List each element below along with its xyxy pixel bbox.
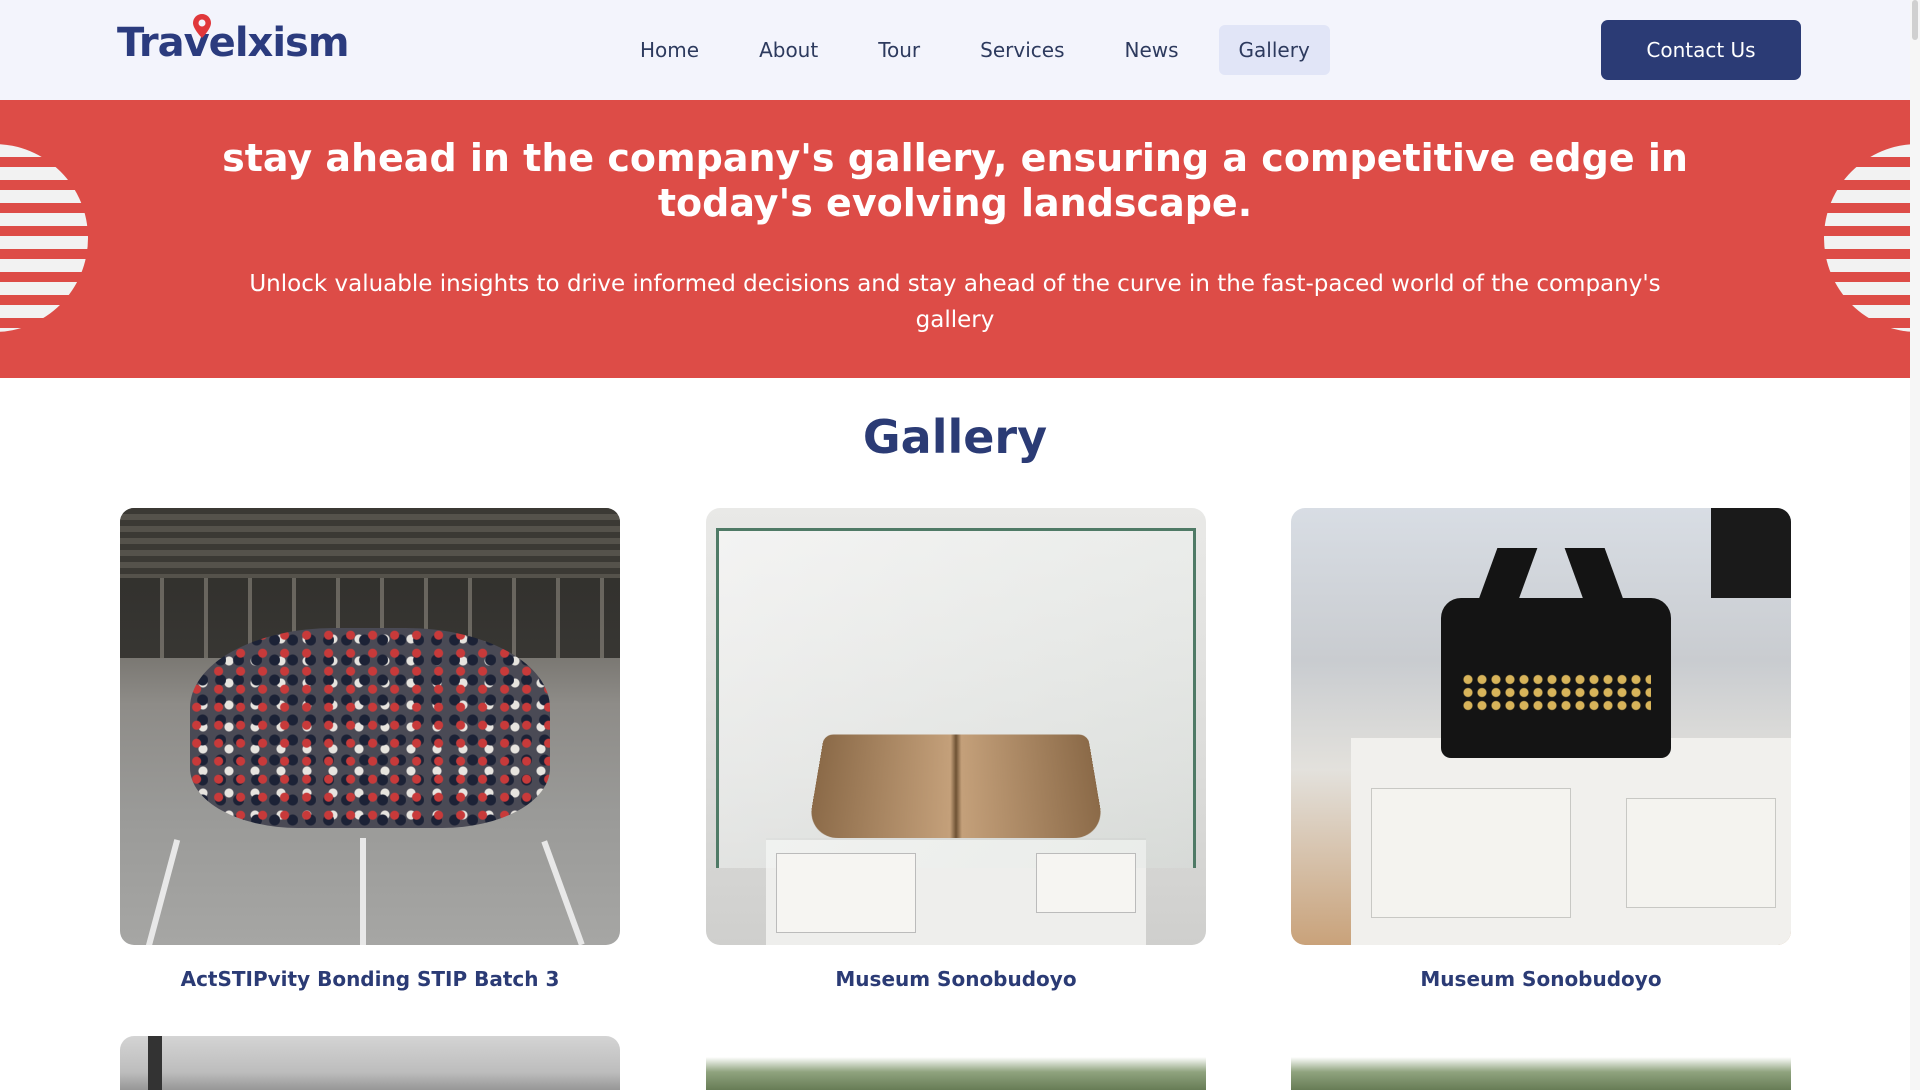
ground-line	[146, 839, 180, 945]
crowd-shape	[190, 628, 550, 828]
nav-tour[interactable]: Tour	[858, 25, 940, 75]
plaque-shape	[1036, 853, 1136, 913]
gallery-caption: Museum Sonobudoyo	[706, 967, 1206, 991]
main-nav: Home About Tour Services News Gallery	[620, 25, 1350, 75]
roof-shape	[120, 508, 620, 578]
contact-us-button[interactable]: Contact Us	[1601, 20, 1801, 80]
group-photo-image[interactable]	[120, 508, 620, 945]
logo-text: Travelxism	[117, 18, 349, 68]
striped-circle-decoration-right	[1824, 144, 1910, 332]
dark-wall-shape	[1711, 508, 1791, 598]
nav-news[interactable]: News	[1105, 25, 1199, 75]
nav-about[interactable]: About	[739, 25, 838, 75]
typewriter-keys-shape	[1461, 673, 1651, 713]
gallery-image-partial[interactable]	[706, 1036, 1206, 1090]
hero-subtitle: Unlock valuable insights to drive inform…	[240, 266, 1670, 338]
logo[interactable]: Travelxism	[117, 18, 349, 68]
typewriter-image[interactable]	[1291, 508, 1791, 945]
site-header: Travelxism Home About Tour Services News…	[0, 0, 1910, 100]
info-sign-shape	[1371, 788, 1571, 918]
scrollbar[interactable]	[1910, 0, 1920, 1090]
nav-services[interactable]: Services	[960, 25, 1084, 75]
hero-banner: stay ahead in the company's gallery, ens…	[0, 100, 1910, 378]
gallery-caption: Museum Sonobudoyo	[1291, 967, 1791, 991]
gallery-image-partial[interactable]	[1291, 1036, 1791, 1090]
scrollbar-thumb[interactable]	[1912, 0, 1918, 40]
book-shape	[807, 734, 1106, 838]
gallery-card[interactable]: ActSTIPvity Bonding STIP Batch 3	[120, 508, 620, 991]
gallery-caption: ActSTIPvity Bonding STIP Batch 3	[120, 967, 620, 991]
info-sign-shape	[1626, 798, 1776, 908]
striped-circle-decoration-left	[0, 144, 88, 332]
gallery-card[interactable]: Museum Sonobudoyo	[1291, 508, 1791, 991]
gallery-card[interactable]: Museum Sonobudoyo	[706, 508, 1206, 991]
gallery-heading: Gallery	[0, 410, 1910, 464]
ground-line	[360, 838, 366, 945]
ancient-book-image[interactable]	[706, 508, 1206, 945]
hero-title: stay ahead in the company's gallery, ens…	[200, 136, 1710, 226]
plaque-shape	[776, 853, 916, 933]
location-pin-icon	[193, 14, 211, 38]
gallery-image-partial[interactable]	[120, 1036, 620, 1090]
nav-gallery[interactable]: Gallery	[1219, 25, 1330, 75]
ground-line	[541, 840, 584, 945]
nav-home[interactable]: Home	[620, 25, 719, 75]
post-shape	[148, 1036, 162, 1090]
